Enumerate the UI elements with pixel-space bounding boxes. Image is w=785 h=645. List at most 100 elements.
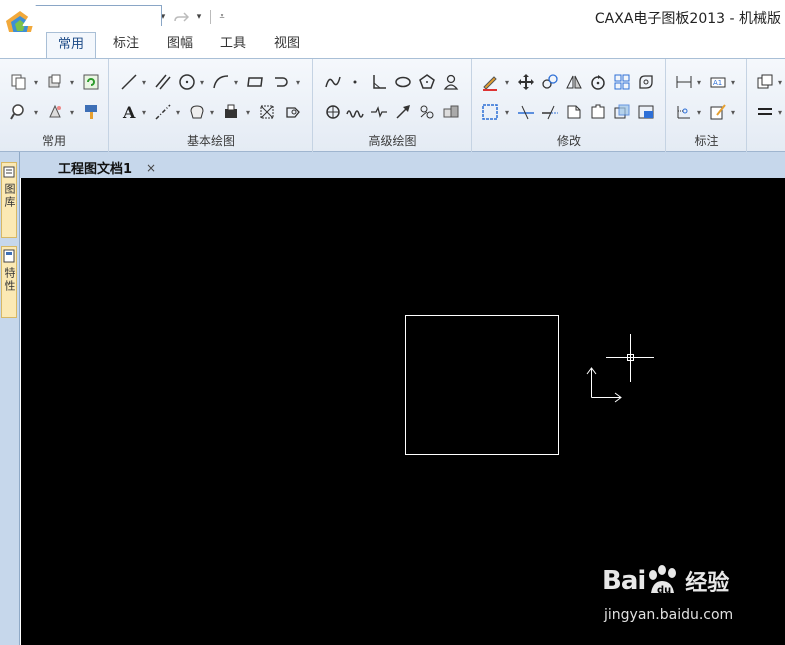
baidu-logo: Bai du 经验 — [602, 565, 729, 597]
annotation-edit-dropdown-icon[interactable]: ▾ — [729, 101, 737, 123]
fillet-icon[interactable] — [587, 101, 609, 123]
side-tab-library[interactable]: 图库 — [1, 162, 17, 238]
dimension-icon[interactable] — [673, 71, 695, 93]
text-dropdown-icon[interactable]: ▾ — [140, 101, 148, 123]
arc-icon[interactable] — [210, 71, 232, 93]
tab-biaozhu[interactable]: 标注 — [104, 32, 148, 58]
break-line-icon[interactable] — [368, 101, 390, 123]
linetype-dropdown-icon[interactable]: ▾ — [776, 101, 784, 123]
paw-icon: du — [649, 565, 677, 596]
format-painter-icon[interactable] — [80, 101, 102, 123]
ucs-axis-icon — [586, 367, 622, 403]
arc-dropdown-icon[interactable]: ▾ — [232, 71, 240, 93]
chamfer-icon[interactable] — [563, 101, 585, 123]
ellipse-icon[interactable] — [392, 71, 414, 93]
copy-move-icon[interactable] — [539, 71, 561, 93]
centerline-dropdown-icon[interactable]: ▾ — [174, 101, 182, 123]
side-tab-label: 特性 — [3, 267, 16, 293]
block-icon[interactable] — [220, 101, 242, 123]
close-icon[interactable]: × — [146, 161, 780, 175]
text-icon[interactable]: A — [118, 101, 140, 123]
customize-qat-icon[interactable]: ⩡ — [217, 12, 227, 22]
user-icon[interactable] — [440, 71, 462, 93]
group-properties-partial: ▾ ▾ — [748, 59, 785, 152]
spline-icon[interactable] — [322, 71, 344, 93]
baidu-watermark: Bai du 经验 jingyan.baidu.com — [602, 565, 782, 629]
layer-dropdown-icon[interactable]: ▾ — [776, 71, 784, 93]
document-tab[interactable] — [22, 5, 162, 26]
stretch-icon[interactable] — [635, 101, 657, 123]
centerline-icon[interactable] — [152, 101, 174, 123]
delete-dropdown-icon[interactable]: ▾ — [503, 71, 511, 93]
zoom-icon[interactable] — [8, 101, 30, 123]
tab-tufu[interactable]: 图幅 — [158, 32, 202, 58]
tab-shitu[interactable]: 视图 — [265, 32, 309, 58]
text-dimension-icon[interactable]: A1 — [707, 71, 729, 93]
measure-dropdown-icon[interactable]: ▾ — [68, 101, 76, 123]
array-icon[interactable] — [611, 71, 633, 93]
property-dropdown-icon[interactable]: ▾ — [68, 71, 76, 93]
polyline-icon[interactable] — [270, 71, 292, 93]
copy-dropdown-icon[interactable]: ▾ — [32, 71, 40, 93]
measure-icon[interactable] — [44, 101, 66, 123]
double-line-icon[interactable] — [416, 101, 438, 123]
polygon-icon[interactable] — [416, 71, 438, 93]
properties-icon — [3, 249, 15, 263]
polyline-dropdown-icon[interactable]: ▾ — [294, 71, 302, 93]
drawn-rectangle[interactable] — [405, 315, 559, 455]
zoom-dropdown-icon[interactable]: ▾ — [32, 101, 40, 123]
linetype-icon[interactable] — [754, 101, 776, 123]
mirror-icon[interactable] — [563, 71, 585, 93]
svg-text:du: du — [657, 585, 671, 596]
copy-icon[interactable] — [8, 71, 30, 93]
delete-icon[interactable] — [479, 71, 501, 93]
rectangle-icon[interactable] — [244, 71, 266, 93]
annotation-edit-icon[interactable] — [707, 101, 729, 123]
layer-icon[interactable] — [754, 71, 776, 93]
side-tab-properties[interactable]: 特性 — [1, 246, 17, 318]
hatch-dropdown-icon[interactable]: ▾ — [208, 101, 216, 123]
line-dropdown-icon[interactable]: ▾ — [140, 71, 148, 93]
select-dropdown-icon[interactable]: ▾ — [503, 101, 511, 123]
group-dimension: ▾ A1 ▾ ▾ ▾ 标注 — [667, 59, 747, 152]
group-label: 修改 — [556, 134, 581, 148]
group-basic-drawing: ▾ ▾ ▾ ▾ A ▾ ▾ ▾ ▾ 基本绘图 — [110, 59, 313, 152]
hole-icon[interactable] — [322, 101, 344, 123]
hatch-icon[interactable] — [186, 101, 208, 123]
window-title: CAXA电子图板2013 - 机械版 — [594, 11, 781, 27]
grid-rect-icon[interactable] — [256, 101, 278, 123]
line-icon[interactable] — [118, 71, 140, 93]
circle-icon[interactable] — [176, 71, 198, 93]
block-dropdown-icon[interactable]: ▾ — [244, 101, 252, 123]
coordinate-dropdown-icon[interactable]: ▾ — [695, 101, 703, 123]
scale-icon[interactable] — [635, 71, 657, 93]
move-icon[interactable] — [515, 71, 537, 93]
angle-line-icon[interactable] — [368, 71, 390, 93]
group-label: 基本绘图 — [186, 134, 235, 148]
point-icon[interactable] — [344, 71, 366, 93]
wave-line-icon[interactable] — [344, 101, 366, 123]
rotate-icon[interactable] — [587, 71, 609, 93]
tab-changyong[interactable]: 常用 — [46, 32, 96, 58]
gear-drawing-icon[interactable] — [440, 101, 462, 123]
coordinate-icon[interactable] — [673, 101, 695, 123]
parallel-line-icon[interactable] — [152, 71, 174, 93]
redo-dropdown-icon[interactable]: ▾ — [194, 12, 204, 22]
group-changyong: ▾ ▾ ▾ ▾ 常用 — [0, 59, 109, 152]
refresh-icon[interactable] — [80, 71, 102, 93]
arrow-icon[interactable] — [392, 101, 414, 123]
text-dimension-dropdown-icon[interactable]: ▾ — [729, 71, 737, 93]
redo-icon[interactable] — [172, 8, 190, 26]
group-modify: ▾ ▾ 修改 — [473, 59, 666, 152]
cloud-shape-icon[interactable] — [282, 101, 304, 123]
dimension-dropdown-icon[interactable]: ▾ — [695, 71, 703, 93]
extend-icon[interactable] — [539, 101, 561, 123]
select-window-icon[interactable] — [479, 101, 501, 123]
tab-gongju[interactable]: 工具 — [211, 32, 255, 58]
property-brush-icon[interactable] — [44, 71, 66, 93]
watermark-brand-2: 经验 — [685, 571, 730, 596]
offset-icon[interactable] — [611, 101, 633, 123]
circle-dropdown-icon[interactable]: ▾ — [198, 71, 206, 93]
side-panel: 图库 特性 — [0, 152, 20, 645]
trim-icon[interactable] — [515, 101, 537, 123]
